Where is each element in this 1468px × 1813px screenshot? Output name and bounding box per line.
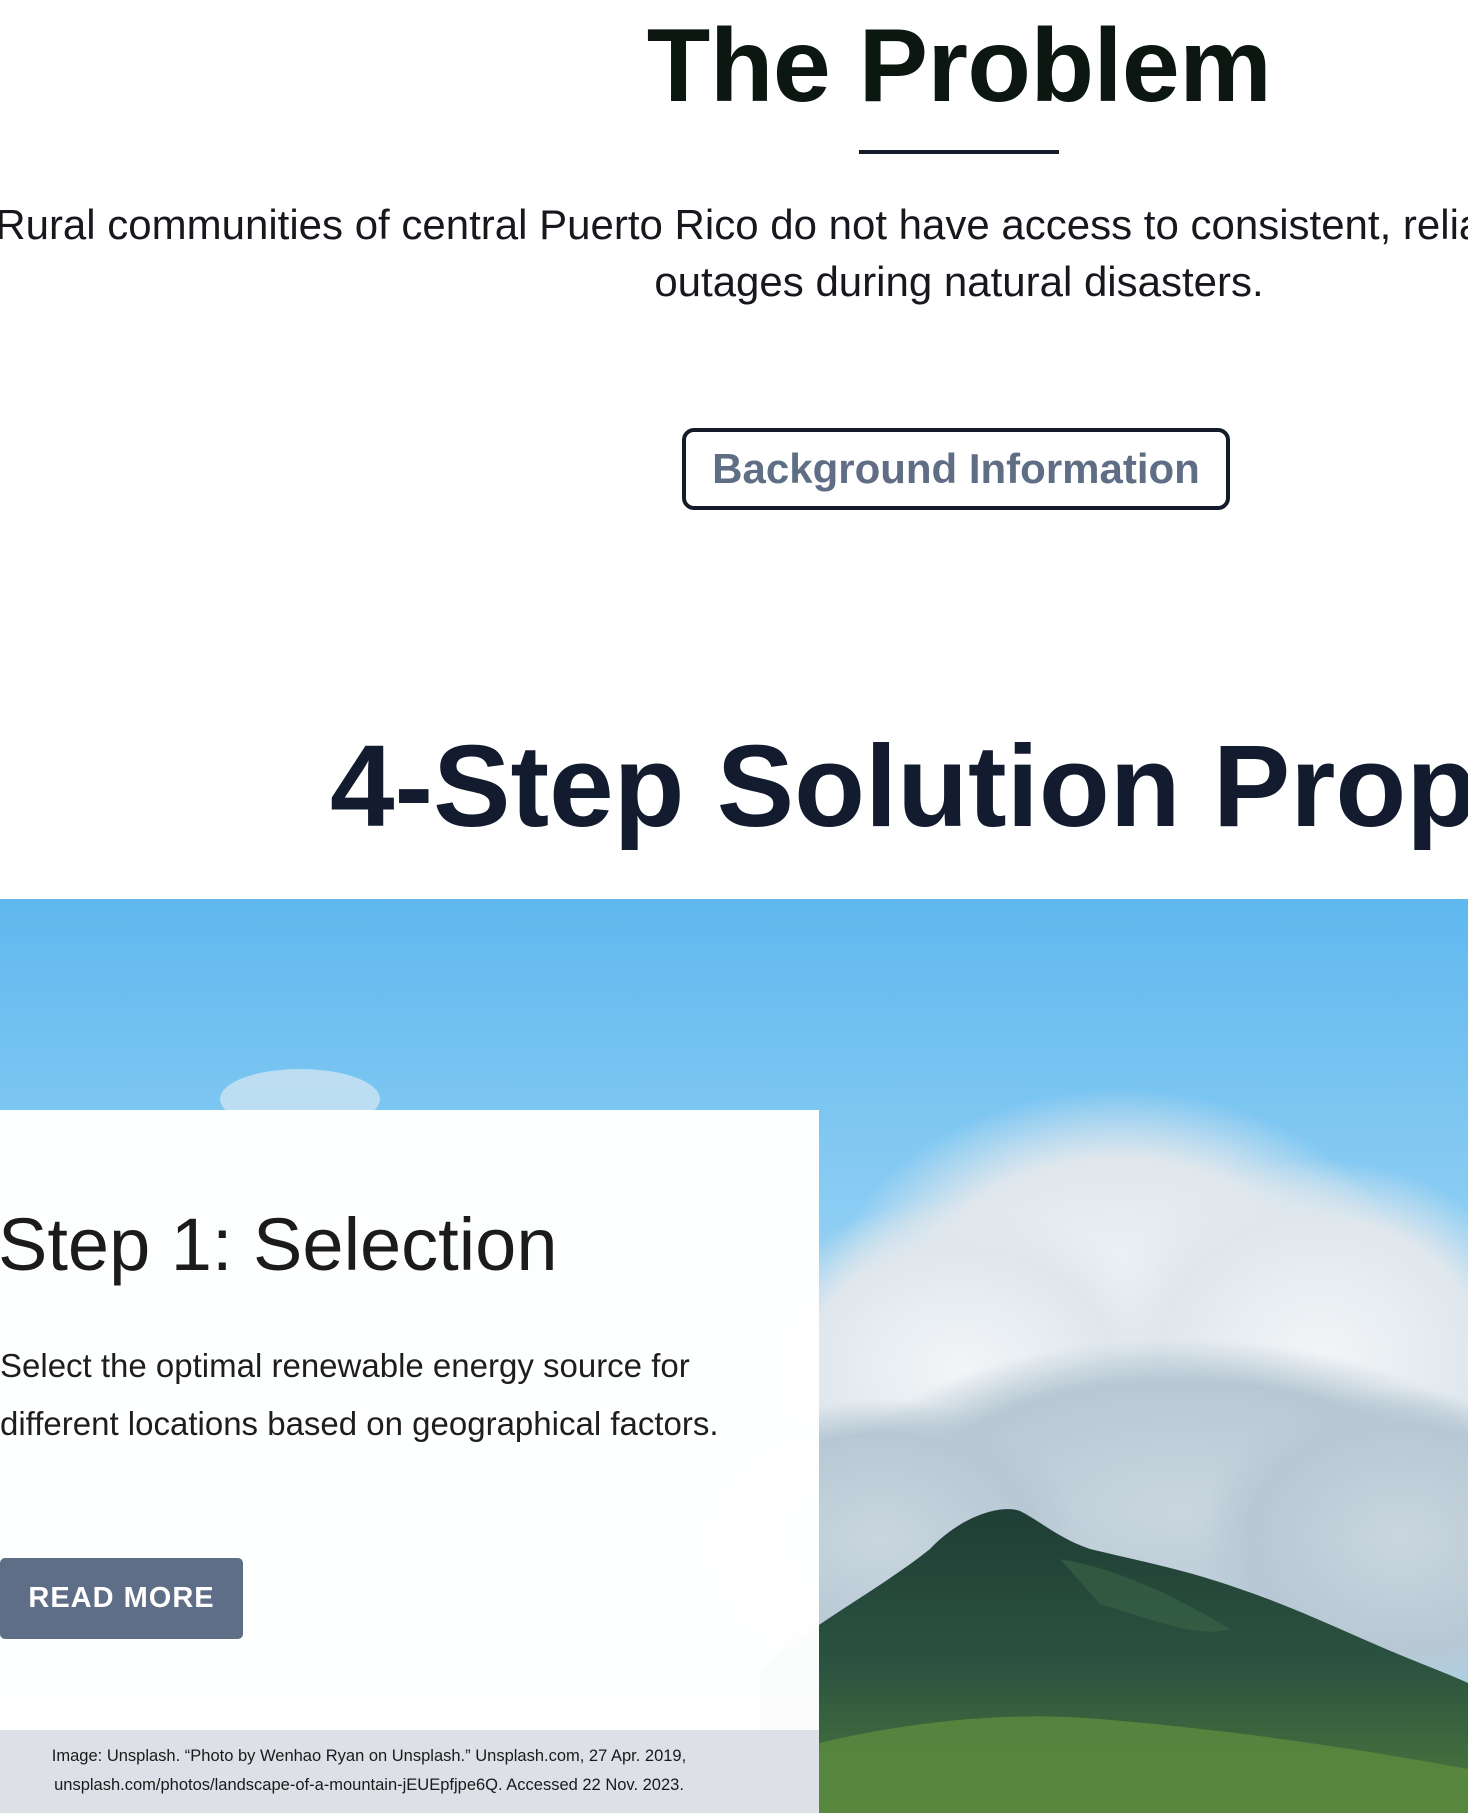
image-credit-line-2: unsplash.com/photos/landscape-of-a-mount… — [54, 1776, 684, 1794]
step-title: Step 1: Selection — [0, 1203, 558, 1286]
background-information-button[interactable]: Background Information — [682, 428, 1230, 510]
read-more-button[interactable]: READ MORE — [0, 1558, 243, 1639]
image-credit-line-1: Image: Unsplash. “Photo by Wenhao Ryan o… — [51, 1747, 687, 1765]
solution-title: 4-Step Solution Proposal — [330, 721, 1468, 851]
image-credit: Image: Unsplash. “Photo by Wenhao Ryan o… — [0, 1742, 738, 1800]
problem-line-1: Rural communities of central Puerto Rico… — [0, 201, 1468, 248]
step-description: Select the optimal renewable energy sour… — [0, 1347, 719, 1442]
title-divider — [859, 150, 1059, 154]
problem-title: The Problem — [646, 8, 1272, 124]
problem-description: Rural communities of central Puerto Rico… — [0, 196, 1468, 310]
problem-line-2: outages during natural disasters. — [654, 258, 1264, 305]
page: The Problem Rural communities of central… — [0, 0, 1468, 1813]
